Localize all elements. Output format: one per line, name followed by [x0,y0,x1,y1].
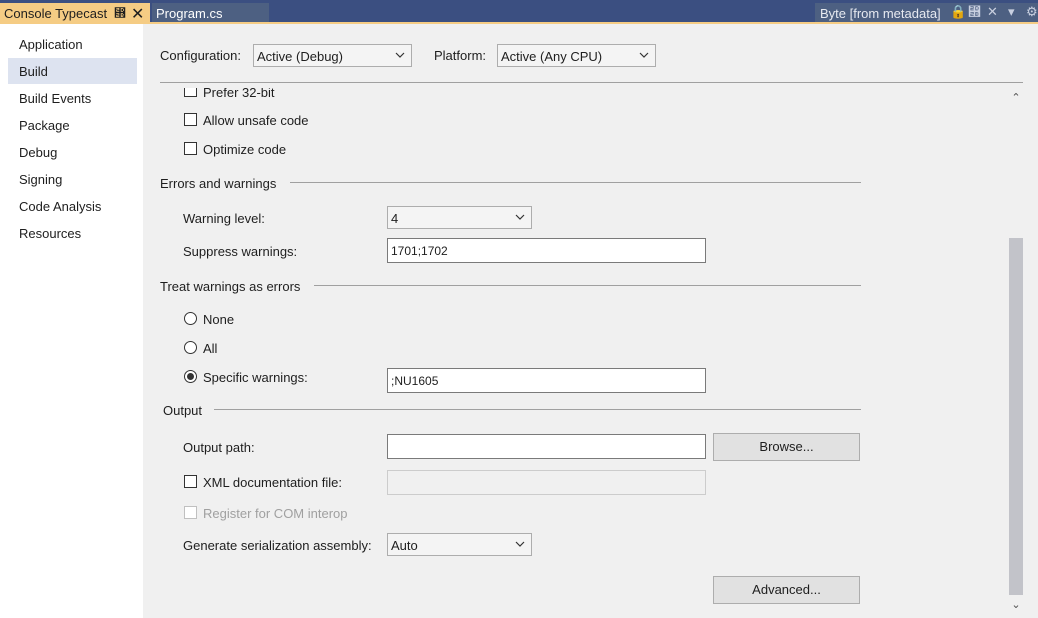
nav-item-label: Signing [19,172,63,187]
section-divider [214,409,861,410]
nav-item-debug[interactable]: Debug [8,139,137,165]
warning-level-label: Warning level: [183,211,265,226]
nav-item-label: Build [19,64,48,79]
warning-level-value: 4 [391,211,399,226]
nav-item-label: Code Analysis [19,199,102,214]
nav-item-label: Application [19,37,83,52]
configuration-value: Active (Debug) [257,49,343,64]
nav-item-signing[interactable]: Signing [8,166,137,192]
scroll-up-icon[interactable]: ⌃ [1009,91,1023,105]
nav-item-package[interactable]: Package [8,112,137,138]
allow-unsafe-checkbox[interactable] [184,113,197,126]
xml-doc-checkbox[interactable] [184,475,197,488]
serialization-select[interactable]: Auto [387,533,532,556]
specific-warnings-label: Specific warnings: [203,370,308,385]
advanced-button[interactable]: Advanced... [713,576,860,604]
nav-item-application[interactable]: Application [8,31,137,57]
prefer32-checkbox[interactable] [184,88,197,97]
tab-program-cs[interactable]: Program.cs [152,3,269,22]
com-interop-checkbox [184,506,197,519]
nav-item-label: Resources [19,226,82,241]
specific-warnings-radio[interactable] [184,370,197,383]
configuration-select[interactable]: Active (Debug) [253,44,412,67]
none-label: None [203,312,235,327]
chevron-down-icon [515,541,525,547]
none-radio[interactable] [184,312,197,325]
treat-section-title: Treat warnings as errors [160,279,301,294]
lock-icon: 🔒 [950,4,967,19]
warning-level-select[interactable]: 4 [387,206,532,229]
chevron-down-icon [639,52,649,58]
tab-label: Program.cs [156,6,223,21]
scroll-down-icon[interactable]: ⌄ [1009,598,1023,612]
xml-doc-label: XML documentation file: [203,475,342,490]
nav-item-resources[interactable]: Resources [8,220,137,246]
suppress-warnings-label: Suppress warnings: [183,244,298,259]
com-interop-label: Register for COM interop [203,506,348,521]
output-path-input[interactable] [387,434,706,459]
output-section-title: Output [163,403,203,418]
nav-item-label: Package [19,118,70,133]
nav-item-label: Build Events [19,91,92,106]
nav-item-code-analysis[interactable]: Code Analysis [8,193,137,219]
errors-section-title: Errors and warnings [160,176,277,191]
browse-button[interactable]: Browse... [713,433,860,461]
configuration-label: Configuration: [160,48,241,63]
specific-warnings-input[interactable] [387,368,706,393]
property-pages-nav: Application Build Build Events Package D… [0,24,143,618]
suppress-warnings-field[interactable] [388,239,705,262]
close-icon[interactable]: ✕ [987,4,998,20]
all-radio[interactable] [184,341,197,354]
scrollbar-thumb[interactable] [1009,238,1023,595]
nav-item-build[interactable]: Build [8,58,137,84]
section-divider [290,182,861,183]
tab-label: Byte [from metadata] [820,6,941,21]
section-divider [314,285,861,286]
tab-console-typecast[interactable]: Console Typecast ⴫ ✕ [0,3,150,24]
specific-warnings-field[interactable] [388,369,705,392]
all-label: All [203,341,218,356]
pin-icon[interactable]: ⴫ [114,6,126,20]
suppress-warnings-input[interactable] [387,238,706,263]
prefer32-label: Prefer 32-bit [203,88,275,100]
pin-icon[interactable]: ⴫ [968,4,981,19]
xml-doc-input [387,470,706,495]
tab-label: Console Typecast [4,6,108,21]
gear-icon[interactable]: ⚙ [1026,4,1038,20]
serialization-value: Auto [391,538,418,553]
tab-byte-metadata[interactable]: Byte [from metadata] 🔒 ⴫ ✕ ▾ ⚙ [815,3,1038,22]
close-icon[interactable]: ✕ [131,4,144,24]
nav-item-label: Debug [19,145,58,160]
optimize-checkbox[interactable] [184,142,197,155]
platform-select[interactable]: Active (Any CPU) [497,44,656,67]
nav-item-build-events[interactable]: Build Events [8,85,137,111]
platform-value: Active (Any CPU) [501,49,603,64]
chevron-down-icon [395,52,405,58]
allow-unsafe-label: Allow unsafe code [203,113,309,128]
serialization-label: Generate serialization assembly: [183,538,372,553]
optimize-label: Optimize code [203,142,287,157]
header-divider [160,82,1023,83]
scroll-viewport: Prefer 32-bit [143,88,1008,613]
chevron-down-icon [515,214,525,220]
output-path-label: Output path: [183,440,255,455]
platform-label: Platform: [434,48,487,63]
output-path-field[interactable] [388,435,705,458]
dropdown-icon[interactable]: ▾ [1008,4,1015,20]
